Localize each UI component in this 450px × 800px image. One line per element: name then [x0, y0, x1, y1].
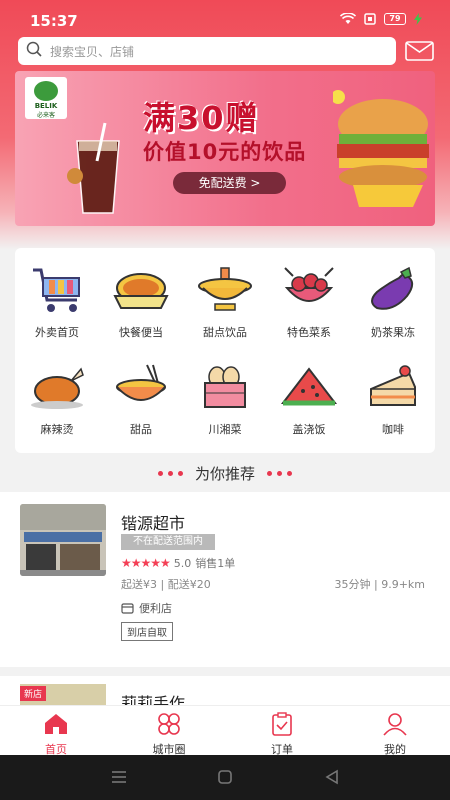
burger-image [333, 90, 429, 207]
cart-icon [33, 268, 80, 312]
category-item[interactable]: 外卖首页 [15, 266, 99, 340]
cake-icon [370, 365, 416, 406]
order-icon [272, 712, 292, 736]
category-item[interactable]: 快餐便当 [99, 266, 183, 340]
sim-icon [364, 13, 376, 25]
home-button-icon[interactable] [217, 769, 233, 785]
wifi-icon [340, 13, 356, 25]
crayfish-icon [284, 267, 334, 302]
category-label: 特色菜系 [287, 326, 331, 339]
decor-dots-right [267, 470, 292, 476]
store-type: 便利店 [121, 600, 172, 616]
category-label: 盖浇饭 [292, 423, 326, 436]
banner-subtitle: 价值10元的饮品 [143, 140, 307, 164]
city-circle-icon [158, 713, 180, 735]
status-icons: 79 [340, 13, 422, 25]
category-item[interactable]: 特色菜系 [267, 266, 351, 340]
charging-icon [414, 13, 422, 25]
delivery-fee: 起送¥3 | 配送¥20 [121, 578, 211, 591]
recommend-heading: 为你推荐 [0, 461, 450, 485]
category-item[interactable]: 川湘菜 [183, 363, 267, 437]
rating-stars-icon: ★★★★★ [121, 556, 171, 570]
status-bar: 15:37 79 [0, 0, 450, 36]
delivery-time-distance: 35分钟 | 9.9+km [334, 578, 426, 591]
category-label: 麻辣烫 [40, 423, 74, 436]
bread-basket-icon [204, 366, 246, 408]
category-label: 咖啡 [382, 423, 404, 436]
pickup-tag: 到店自取 [121, 622, 173, 641]
category-item[interactable]: 麻辣烫 [15, 363, 99, 437]
category-item[interactable]: 甜品 [99, 363, 183, 437]
back-icon[interactable] [324, 769, 340, 785]
tab-profile[interactable]: 我的 [350, 712, 440, 757]
profile-icon [383, 713, 407, 736]
eggplant-icon [371, 266, 414, 310]
recommend-title: 为你推荐 [194, 464, 255, 483]
category-grid: 外卖首页 快餐便当 甜点饮品 特色菜系 奶茶果冻 麻辣烫 甜品 川湘菜 盖浇饭 … [15, 248, 435, 453]
system-nav-bar [0, 755, 450, 800]
sales-count: 销售1单 [195, 557, 236, 570]
free-delivery-button[interactable]: 免配送费 > [173, 172, 286, 194]
tab-city-circle[interactable]: 城市圈 [124, 712, 214, 757]
store-name: 锴源超市 [121, 514, 186, 533]
home-icon [45, 714, 67, 734]
category-label: 甜点饮品 [203, 326, 247, 339]
search-placeholder: 搜索宝贝、店铺 [50, 44, 135, 59]
category-label: 外卖首页 [35, 326, 79, 339]
category-item[interactable]: 盖浇饭 [267, 363, 351, 437]
store-photo [20, 504, 106, 576]
banner-title: 满30赠 [143, 99, 260, 137]
category-label: 奶茶果冻 [371, 326, 415, 339]
search-input[interactable]: 搜索宝贝、店铺 [18, 37, 396, 65]
status-time: 15:37 [30, 12, 78, 30]
noodle-bowl-icon [116, 364, 166, 401]
roast-chicken-icon [31, 367, 84, 409]
category-label: 甜品 [130, 423, 152, 436]
category-item[interactable]: 奶茶果冻 [351, 266, 435, 340]
store-card[interactable]: 锴源超市 不在配送范围内 ★★★★★ 5.0 销售1单 起送¥3 | 配送¥20… [0, 492, 450, 667]
brand-logo: BELIK 必来客 [25, 77, 67, 119]
bento-icon [113, 273, 169, 309]
watermelon-icon [280, 367, 338, 406]
cola-drink-image [67, 122, 120, 214]
menu-icon[interactable] [110, 769, 128, 785]
search-icon [26, 41, 42, 61]
bottom-tab-bar: 首页 城市圈 订单 我的 [0, 705, 450, 757]
delivery-status-badge: 不在配送范围内 [121, 534, 215, 550]
tab-home[interactable]: 首页 [11, 712, 101, 757]
promo-banner[interactable]: BELIK 必来客 满30赠 价值10元的饮品 免配送费 > [15, 71, 435, 226]
category-item[interactable]: 甜点饮品 [183, 266, 267, 340]
store-rating: ★★★★★ 5.0 销售1单 [121, 555, 235, 571]
new-store-tag: 新店 [20, 686, 47, 701]
hotpot-icon [198, 267, 252, 311]
mail-icon[interactable] [405, 40, 435, 62]
category-label: 川湘菜 [208, 423, 242, 436]
rating-value: 5.0 [173, 556, 192, 570]
store-icon [121, 602, 134, 614]
category-item[interactable]: 咖啡 [351, 363, 435, 437]
tab-orders[interactable]: 订单 [237, 712, 327, 757]
battery-icon: 79 [384, 13, 406, 25]
store-type-label: 便利店 [139, 602, 172, 615]
decor-dots-left [157, 470, 183, 476]
category-label: 快餐便当 [119, 326, 163, 339]
